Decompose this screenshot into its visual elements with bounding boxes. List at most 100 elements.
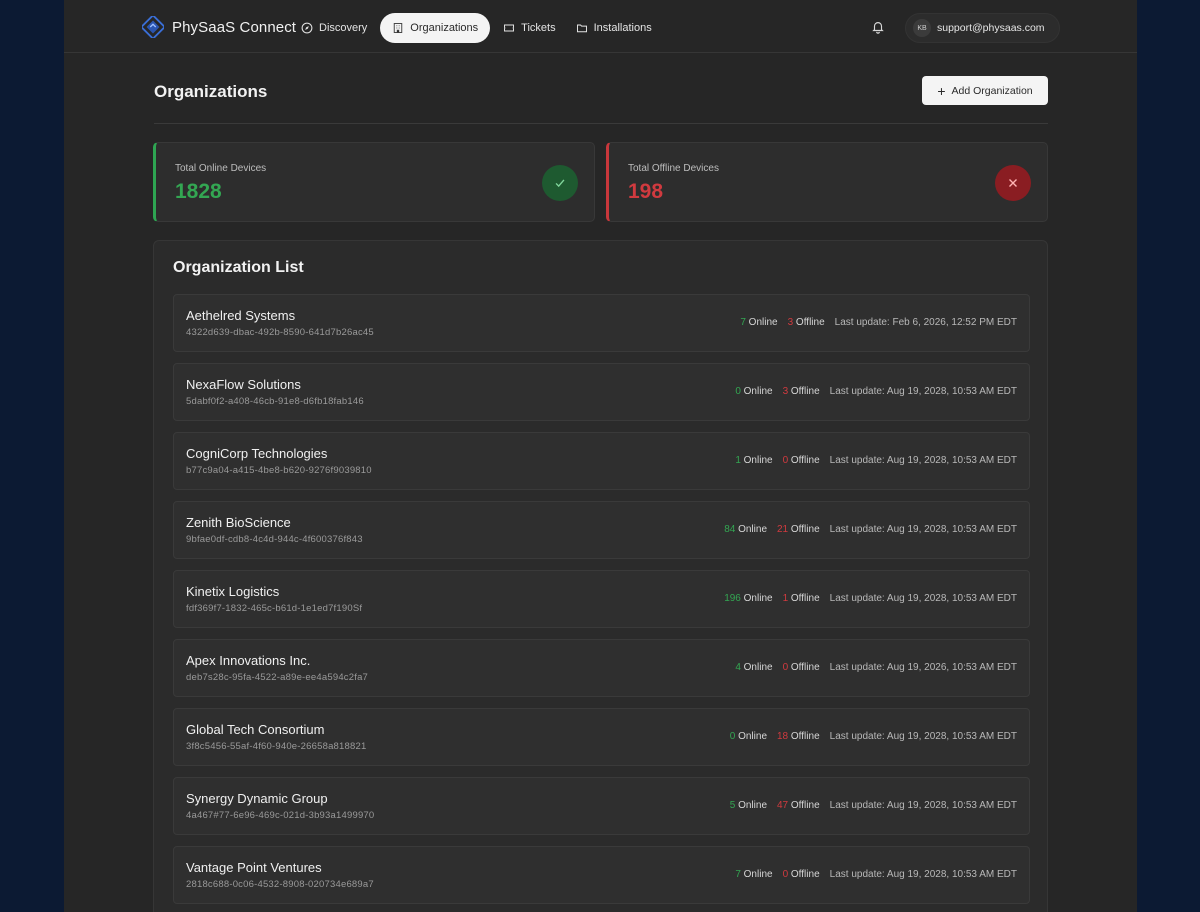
organization-id: 4322d639-dbac-492b-8590-641d7b26ac45 [186,327,374,338]
organization-id: 9bfae0df-cdb8-4c4d-944c-4f600376f843 [186,534,363,545]
offline-count: 18 Offline [777,731,820,742]
organization-id: b77c9a04-a415-4be8-b620-9276f9039810 [186,465,372,476]
organization-name: Zenith BioScience [186,515,291,530]
last-update: Last update: Aug 19, 2028, 10:53 AM EDT [829,524,1017,535]
nav-organizations[interactable]: Organizations [380,13,491,43]
organization-id: 5dabf0f2-a408-46cb-91e8-d6fb18fab146 [186,396,364,407]
offline-count: 0 Offline [782,869,820,880]
organization-id: 4a467#77-6e96-469c-021d-3b93a1499970 [186,810,375,821]
stat-value: 1828 [175,180,222,203]
organization-name: NexaFlow Solutions [186,377,301,392]
online-count: 7 Online [735,869,773,880]
add-organization-label: Add Organization [951,84,1033,97]
offline-count: 3 Offline [782,386,820,397]
list-item[interactable]: Global Tech Consortium 3f8c5456-55af-4f6… [173,708,1030,766]
add-organization-button[interactable]: + Add Organization [922,76,1048,105]
nav-label: Installations [593,22,652,34]
device-status: 7 Online 3 Offline Last update: Feb 6, 2… [740,317,1017,328]
organization-name: CogniCorp Technologies [186,446,328,461]
organization-id: deb7s28c-95fa-4522-a89e-ee4a594c2fa7 [186,672,369,683]
nav-discovery[interactable]: Discovery [294,13,374,43]
folder-icon [576,24,587,33]
main-nav: Discovery Organizations Tickets Installa… [294,13,659,43]
list-item[interactable]: CogniCorp Technologies b77c9a04-a415-4be… [173,432,1030,490]
brand[interactable]: PhySaaS Connect [142,16,296,38]
list-item[interactable]: Zenith BioScience 9bfae0df-cdb8-4c4d-944… [173,501,1030,559]
divider [154,123,1048,124]
online-count: 4 Online [735,662,773,673]
device-status: 0 Online 18 Offline Last update: Aug 19,… [730,731,1017,742]
online-count: 0 Online [735,386,773,397]
organization-name: Global Tech Consortium [186,722,325,737]
last-update: Last update: Aug 19, 2028, 10:53 AM EDT [829,869,1017,880]
organization-id: fdf369f7-1832-465c-b61d-1e1ed7f190Sf [186,603,363,614]
list-title: Organization List [173,259,304,276]
organization-list-panel: Organization List Aethelred Systems 4322… [153,240,1048,912]
list-item[interactable]: Kinetix Logistics fdf369f7-1832-465c-b61… [173,570,1030,628]
nav-label: Organizations [410,22,479,34]
online-count: 7 Online [740,317,778,328]
organization-name: Kinetix Logistics [186,584,280,599]
online-devices-card: Total Online Devices 1828 [153,142,595,222]
last-update: Last update: Feb 6, 2026, 12:52 PM EDT [834,317,1017,328]
last-update: Last update: Aug 19, 2028, 10:53 AM EDT [829,731,1017,742]
offline-count: 21 Offline [777,524,820,535]
brand-logo-icon [142,16,164,38]
online-count: 1 Online [735,455,773,466]
device-status: 196 Online 1 Offline Last update: Aug 19… [724,593,1017,604]
device-status: 4 Online 0 Offline Last update: Aug 19, … [735,662,1017,673]
stat-label: Total Offline Devices [628,163,719,174]
nav-label: Tickets [521,22,556,34]
online-count: 196 Online [724,593,773,604]
avatar: KB [913,19,931,37]
organization-name: Synergy Dynamic Group [186,791,328,806]
offline-count: 1 Offline [782,593,820,604]
list-item[interactable]: Aethelred Systems 4322d639-dbac-492b-859… [173,294,1030,352]
nav-tickets[interactable]: Tickets [496,13,562,43]
stat-label: Total Online Devices [175,163,267,174]
device-status: 0 Online 3 Offline Last update: Aug 19, … [735,386,1017,397]
device-status: 5 Online 47 Offline Last update: Aug 19,… [730,800,1017,811]
online-count: 0 Online [729,731,767,742]
top-navigation-bar: PhySaaS Connect Discovery Organizations … [64,0,1137,53]
organization-name: Apex Innovations Inc. [186,653,311,668]
online-count: 5 Online [729,800,767,811]
organization-list: Aethelred Systems 4322d639-dbac-492b-859… [173,294,1030,912]
last-update: Last update: Aug 19, 2028, 10:53 AM EDT [829,800,1017,811]
check-icon [542,165,578,201]
app-name: PhySaaS Connect [172,18,297,36]
list-item[interactable]: Vantage Point Ventures 2818c688-0c06-453… [173,846,1030,904]
building-icon [394,23,403,33]
last-update: Last update: Aug 19, 2028, 10:53 AM EDT [829,455,1017,466]
list-item[interactable]: NexaFlow Solutions 5dabf0f2-a408-46cb-91… [173,363,1030,421]
device-status: 7 Online 0 Offline Last update: Aug 19, … [735,869,1017,880]
online-count: 84 Online [724,524,767,535]
list-item[interactable]: Synergy Dynamic Group 4a467#77-6e96-469c… [173,777,1030,835]
last-update: Last update: Aug 19, 2026, 10:53 AM EDT [829,662,1017,673]
offline-count: 0 Offline [782,455,820,466]
user-menu[interactable]: KB support@physaas.com [905,13,1060,43]
stat-value: 198 [628,180,664,203]
offline-devices-card: Total Offline Devices 198 [606,142,1048,222]
app-window: PhySaaS Connect Discovery Organizations … [64,0,1137,912]
offline-count: 3 Offline [787,317,825,328]
last-update: Last update: Aug 19, 2028, 10:53 AM EDT [829,593,1017,604]
offline-count: 0 Offline [782,662,820,673]
offline-count: 47 Offline [777,800,820,811]
plus-icon: + [937,82,946,99]
user-email: support@physaas.com [937,22,1045,34]
ticket-icon [504,24,515,32]
organization-name: Aethelred Systems [186,308,296,323]
last-update: Last update: Aug 19, 2028, 10:53 AM EDT [829,386,1017,397]
nav-installations[interactable]: Installations [569,13,659,43]
close-icon [995,165,1031,201]
bell-icon[interactable] [871,20,885,34]
list-item[interactable]: Apex Innovations Inc. deb7s28c-95fa-4522… [173,639,1030,697]
page-title: Organizations [154,82,268,101]
device-status: 1 Online 0 Offline Last update: Aug 19, … [735,455,1017,466]
organization-name: Vantage Point Ventures [186,860,322,875]
organization-id: 3f8c5456-55af-4f60-940e-26658a818821 [186,741,367,752]
organization-id: 2818c688-0c06-4532-8908-020734e689a7 [186,879,374,890]
compass-icon [301,22,313,34]
nav-label: Discovery [319,22,368,34]
